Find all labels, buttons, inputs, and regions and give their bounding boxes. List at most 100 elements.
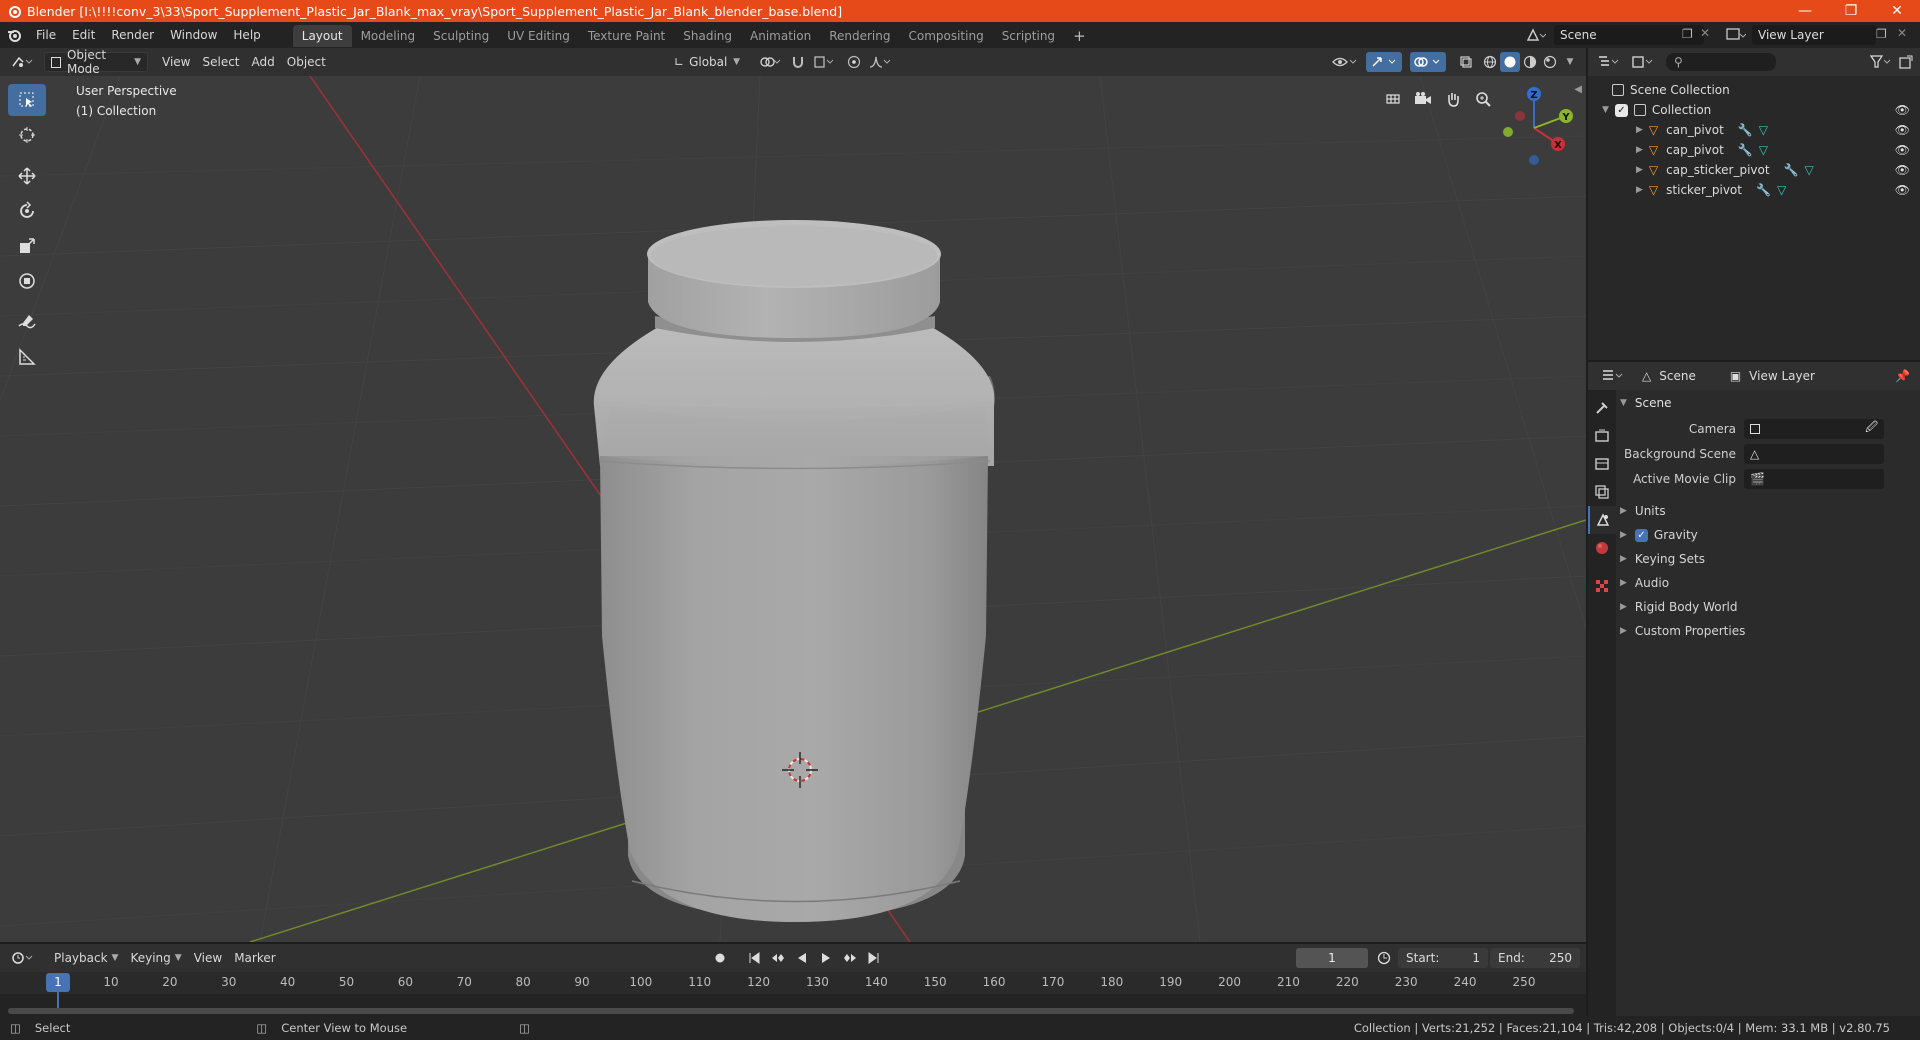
tab-animation[interactable]: Animation bbox=[741, 25, 820, 47]
timeline-menu-view[interactable]: View bbox=[188, 948, 228, 968]
tab-view-layer[interactable] bbox=[1588, 478, 1616, 506]
viewport-menu-select[interactable]: Select bbox=[196, 52, 245, 72]
expand-object-icon[interactable]: ▶ bbox=[1636, 145, 1643, 155]
tab-rendering[interactable]: Rendering bbox=[820, 25, 899, 47]
modifier-wrench-icon[interactable]: 🔧 bbox=[1784, 163, 1799, 177]
scene-selector-icon[interactable] bbox=[1524, 25, 1547, 48]
snap-icon[interactable] bbox=[788, 52, 808, 72]
tab-texture-paint[interactable]: Texture Paint bbox=[579, 25, 674, 47]
visibility-eye-icon[interactable]: 👁 bbox=[1895, 143, 1910, 157]
menu-render[interactable]: Render bbox=[103, 22, 162, 48]
shading-options-chevron-icon[interactable]: ▼ bbox=[1560, 52, 1580, 72]
minimize-button[interactable]: — bbox=[1782, 0, 1828, 22]
rotate-tool[interactable] bbox=[8, 195, 46, 227]
proportional-edit-icon[interactable] bbox=[844, 52, 864, 72]
tab-output[interactable] bbox=[1588, 450, 1616, 478]
expand-object-icon[interactable]: ▶ bbox=[1636, 125, 1643, 135]
timeline-scrollbar[interactable] bbox=[8, 1008, 1574, 1014]
delete-scene-icon[interactable]: ✕ bbox=[1700, 26, 1710, 40]
timeline-menu-playback[interactable]: Playback ▼ bbox=[48, 948, 124, 968]
visibility-eye-icon[interactable]: 👁 bbox=[1895, 123, 1910, 137]
pin-icon[interactable]: 📌 bbox=[1895, 369, 1910, 383]
wireframe-shading-icon[interactable] bbox=[1480, 52, 1500, 72]
timeline-menu-marker[interactable]: Marker bbox=[228, 948, 281, 968]
outliner-object-row[interactable]: ▶ ▽ cap_pivot 🔧 ▽ 👁 bbox=[1588, 140, 1920, 160]
mesh-data-icon[interactable]: ▽ bbox=[1805, 163, 1814, 177]
pivot-point-icon[interactable] bbox=[756, 52, 784, 72]
transform-orientation-dropdown[interactable]: ∟ Global ▼ bbox=[668, 52, 746, 72]
jump-start-button[interactable] bbox=[744, 948, 764, 968]
view-layer-icon[interactable] bbox=[1724, 25, 1747, 48]
visibility-eye-icon[interactable]: 👁 bbox=[1895, 163, 1910, 177]
menu-file[interactable]: File bbox=[28, 22, 64, 48]
rendered-shading-icon[interactable] bbox=[1540, 52, 1560, 72]
annotate-tool[interactable] bbox=[8, 306, 46, 338]
timeline-ruler[interactable]: 1 10 20 30 40 50 60 70 80 90 100 110 120 130 140 150 160… bbox=[0, 972, 1586, 1012]
camera-view-icon[interactable] bbox=[1410, 86, 1436, 112]
gravity-panel[interactable]: ▶ ✓ Gravity bbox=[1620, 523, 1918, 547]
tab-modeling[interactable]: Modeling bbox=[352, 25, 425, 47]
viewport-menu-object[interactable]: Object bbox=[281, 52, 332, 72]
timeline-menu-keying[interactable]: Keying ▼ bbox=[124, 948, 187, 968]
tab-texture[interactable] bbox=[1588, 572, 1616, 600]
viewport-menu-add[interactable]: Add bbox=[246, 52, 281, 72]
start-frame-field[interactable]: Start: 1 bbox=[1398, 948, 1488, 968]
outliner-object-row[interactable]: ▶ ▽ sticker_pivot 🔧 ▽ 👁 bbox=[1588, 180, 1920, 200]
modifier-wrench-icon[interactable]: 🔧 bbox=[1738, 143, 1753, 157]
new-scene-icon[interactable]: ❐ bbox=[1682, 27, 1693, 41]
background-scene-field[interactable]: △ bbox=[1744, 443, 1884, 464]
add-workspace-button[interactable]: + bbox=[1064, 25, 1095, 47]
tab-render[interactable] bbox=[1588, 422, 1616, 450]
end-frame-field[interactable]: End: 250 bbox=[1490, 948, 1580, 968]
viewport-menu-view[interactable]: View bbox=[156, 52, 196, 72]
scale-tool[interactable] bbox=[8, 230, 46, 262]
scene-panel-header[interactable]: ▼ Scene bbox=[1620, 390, 1918, 416]
proportional-falloff-icon[interactable] bbox=[866, 52, 894, 72]
filter-icon[interactable] bbox=[1866, 52, 1896, 72]
navigation-gizmo[interactable]: Z X Y bbox=[1492, 86, 1576, 170]
move-tool[interactable] bbox=[8, 160, 46, 192]
eyedropper-icon[interactable]: 🖉 bbox=[1865, 418, 1878, 439]
new-view-layer-icon[interactable]: ❐ bbox=[1876, 27, 1887, 41]
jump-end-button[interactable] bbox=[864, 948, 884, 968]
mesh-data-icon[interactable]: ▽ bbox=[1759, 123, 1768, 137]
gravity-checkbox[interactable]: ✓ bbox=[1634, 528, 1648, 542]
visibility-eye-icon[interactable]: 👁 bbox=[1895, 183, 1910, 197]
properties-editor-type-icon[interactable] bbox=[1598, 366, 1628, 386]
object-visibility-icon[interactable] bbox=[1330, 52, 1360, 72]
3d-viewport[interactable]: User Perspective (1) Collection Z X Y ◀ bbox=[0, 76, 1586, 942]
preview-range-clock-icon[interactable] bbox=[1374, 948, 1394, 968]
new-collection-icon[interactable] bbox=[1896, 52, 1916, 72]
tab-compositing[interactable]: Compositing bbox=[899, 25, 992, 47]
tab-scene[interactable] bbox=[1588, 506, 1616, 534]
overlays-toggle-icon[interactable] bbox=[1410, 52, 1446, 72]
modifier-wrench-icon[interactable]: 🔧 bbox=[1738, 123, 1753, 137]
active-movie-clip-field[interactable]: 🎬 bbox=[1744, 468, 1884, 489]
blender-menu-icon[interactable] bbox=[0, 27, 28, 43]
play-reverse-button[interactable] bbox=[792, 948, 812, 968]
next-keyframe-button[interactable] bbox=[840, 948, 860, 968]
tab-tool-settings[interactable] bbox=[1588, 394, 1616, 422]
outliner-collection[interactable]: ▼ ✓ Collection 👁 bbox=[1588, 100, 1920, 120]
expand-object-icon[interactable]: ▶ bbox=[1636, 185, 1643, 195]
sidebar-toggle-icon[interactable]: ◀ bbox=[1574, 84, 1582, 95]
custom-properties-panel[interactable]: ▶ Custom Properties bbox=[1620, 619, 1918, 643]
delete-view-layer-icon[interactable]: ✕ bbox=[1897, 26, 1907, 40]
modifier-wrench-icon[interactable]: 🔧 bbox=[1756, 183, 1771, 197]
keying-sets-panel[interactable]: ▶ Keying Sets bbox=[1620, 547, 1918, 571]
tab-uv-editing[interactable]: UV Editing bbox=[498, 25, 579, 47]
mesh-data-icon[interactable]: ▽ bbox=[1777, 183, 1786, 197]
current-frame-field[interactable]: 1 bbox=[1296, 948, 1368, 968]
close-button[interactable]: ✕ bbox=[1874, 0, 1920, 22]
snap-target-icon[interactable] bbox=[810, 52, 838, 72]
camera-field[interactable]: 🖉 bbox=[1744, 418, 1884, 439]
outliner-editor-type-icon[interactable] bbox=[1594, 52, 1624, 72]
toggle-camera-view-icon[interactable] bbox=[1380, 86, 1406, 112]
outliner-search-input[interactable]: ⚲ bbox=[1666, 53, 1776, 71]
audio-panel[interactable]: ▶ Audio bbox=[1620, 571, 1918, 595]
measure-tool[interactable] bbox=[8, 341, 46, 373]
visibility-eye-icon[interactable]: 👁 bbox=[1895, 103, 1910, 117]
menu-help[interactable]: Help bbox=[225, 22, 268, 48]
material-shading-icon[interactable] bbox=[1520, 52, 1540, 72]
rigid-body-world-panel[interactable]: ▶ Rigid Body World bbox=[1620, 595, 1918, 619]
